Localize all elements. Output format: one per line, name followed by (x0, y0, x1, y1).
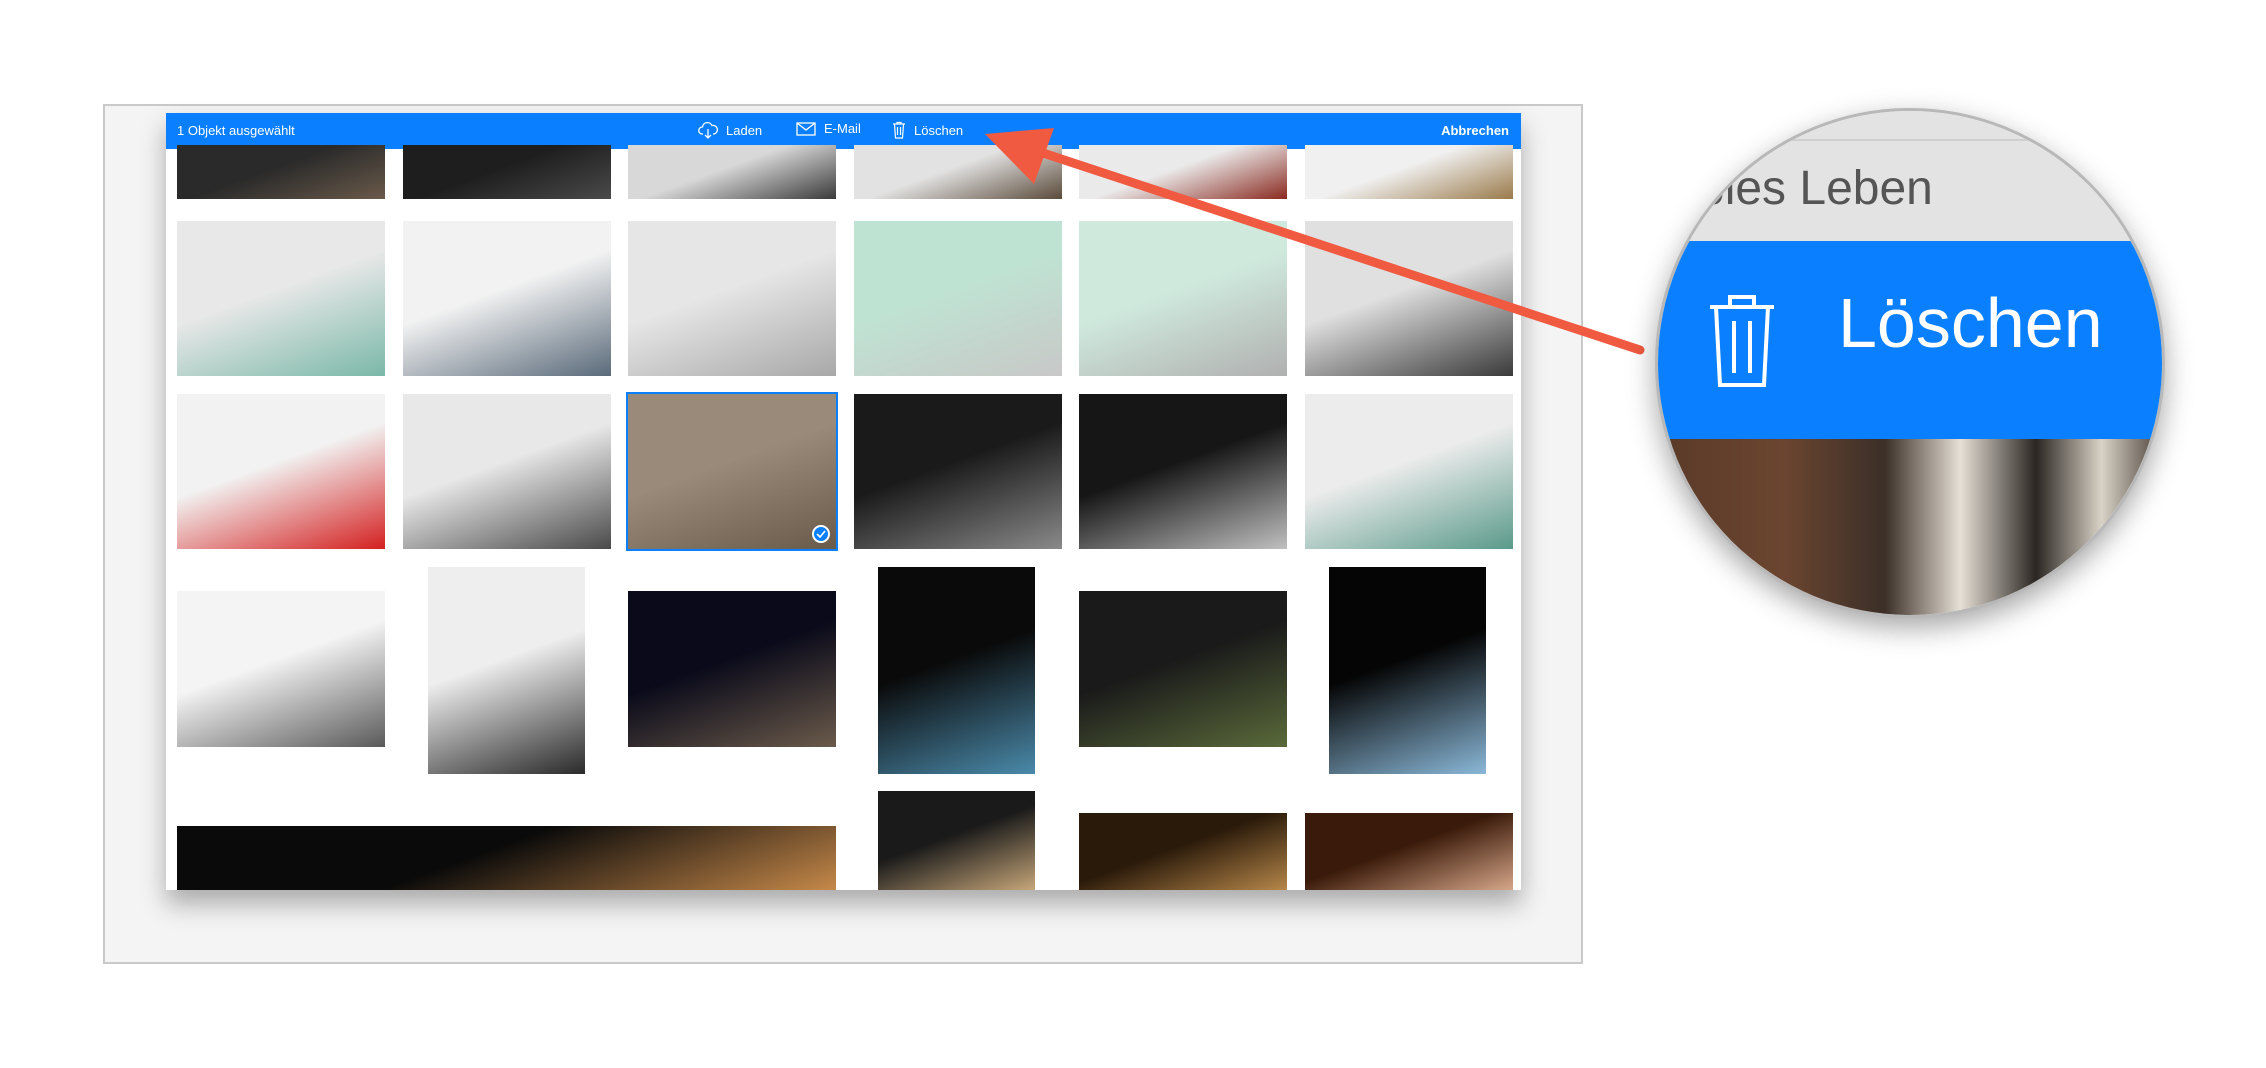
magnifier-header: bles Leben (1658, 111, 2162, 241)
magnifier-delete-label: Löschen (1838, 284, 2103, 362)
magnifier-photo-crop (1658, 439, 2162, 615)
trash-icon (1706, 291, 1778, 394)
magnifier-delete-button: Löschen (1658, 241, 2162, 439)
magnifier-callout: bles Leben Löschen (1655, 108, 2165, 618)
magnifier-top-label: bles Leben (1698, 162, 1933, 215)
